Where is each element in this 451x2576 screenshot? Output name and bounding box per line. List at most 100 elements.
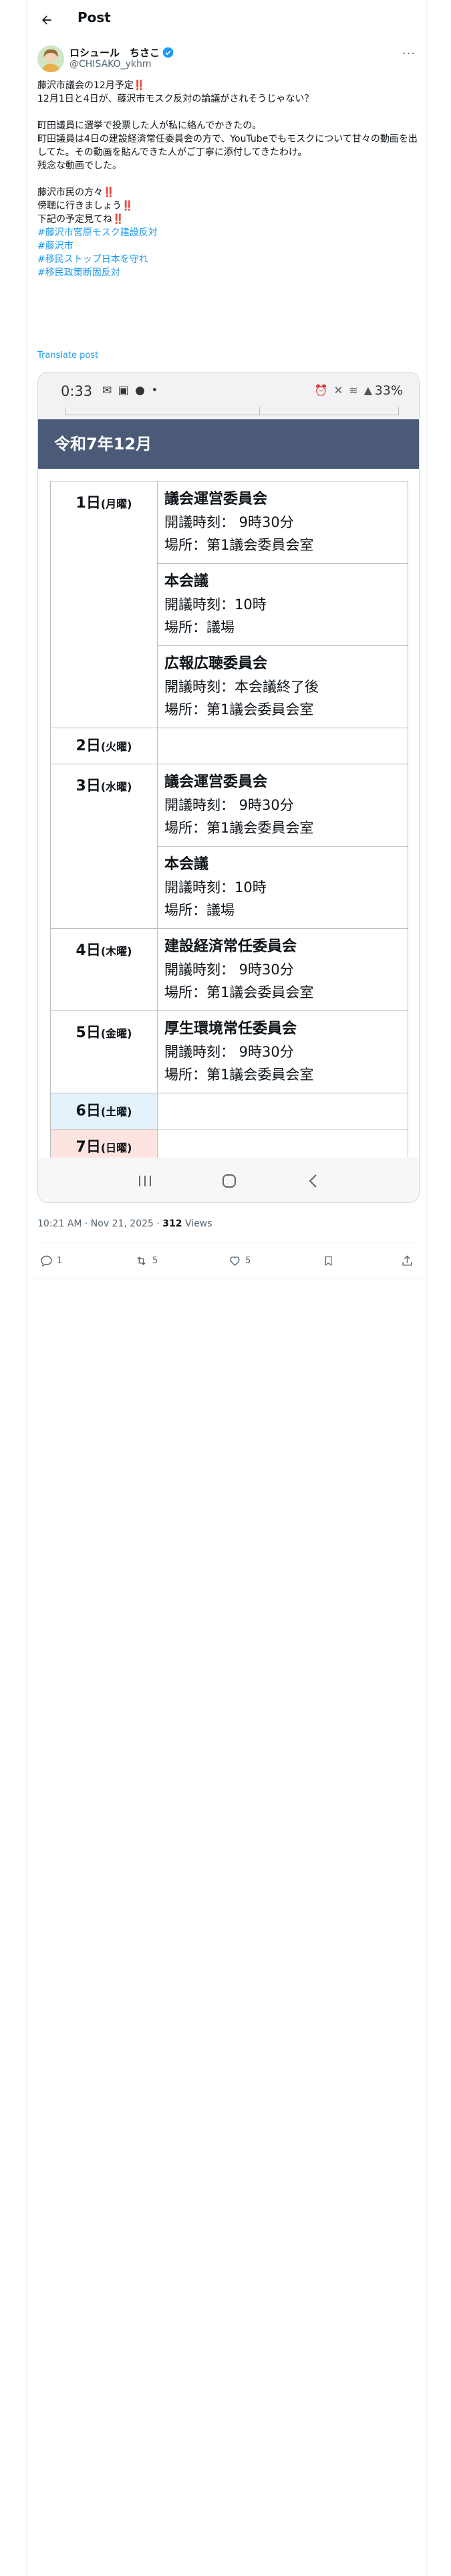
like-button[interactable]: 5 bbox=[229, 1255, 251, 1267]
tweet-line bbox=[37, 173, 420, 186]
event-title: 議会運営委員会 bbox=[164, 774, 268, 790]
event-title: 本会議 bbox=[164, 573, 209, 590]
event-time: 開議時刻： 9時30分 bbox=[164, 797, 294, 813]
weekday-label: (金曜) bbox=[100, 1027, 132, 1040]
weekday-label: (土曜) bbox=[100, 1105, 132, 1118]
event-time: 開議時刻： 9時30分 bbox=[164, 514, 294, 530]
day-cell: 2日(火曜) bbox=[50, 728, 158, 764]
reply-button[interactable]: 1 bbox=[40, 1255, 62, 1267]
day-cell: 1日(月曜) bbox=[50, 481, 158, 728]
phone-status-bar: 0:33 ✉ ▣ ● • ⏰ ✕ ≋ ▲ 33% bbox=[38, 372, 419, 411]
tweet-line: 12月1日と4日が、藤沢市モスク反対の論議がされそうじゃない？ bbox=[37, 94, 314, 104]
event-cell: 本会議開議時刻：10時 場所：議場 bbox=[157, 563, 408, 646]
event-title: 厚生環境常任委員会 bbox=[164, 1021, 297, 1037]
event-place: 場所：第1議会委員会室 bbox=[164, 1067, 314, 1083]
day-number: 6日 bbox=[76, 1103, 101, 1119]
like-count: 5 bbox=[245, 1256, 251, 1266]
more-dots-icon: ··· bbox=[402, 46, 416, 61]
tweet-line: 残念な動画でした。 bbox=[37, 160, 122, 171]
back-button[interactable] bbox=[37, 11, 56, 29]
schedule-area: 1日(月曜) 議会運営委員会 開議時刻： 9時30分 場所：第1議会委員会室 本会議 開議… bbox=[38, 469, 419, 1171]
weekday-label: (月曜) bbox=[100, 498, 132, 510]
event-time: 開議時刻：10時 bbox=[164, 597, 267, 613]
event-cell: 議会運営委員会 開議時刻： 9時30分 場所：第1議会委員会室 bbox=[157, 481, 408, 564]
day-cell: 4日(木曜) bbox=[50, 928, 158, 1011]
repost-button[interactable]: 5 bbox=[134, 1255, 158, 1267]
event-place: 場所：第1議会委員会室 bbox=[164, 702, 314, 718]
event-place: 場所：議場 bbox=[164, 619, 235, 635]
share-button[interactable] bbox=[401, 1255, 414, 1267]
views-label: Views bbox=[182, 1218, 212, 1229]
empty-event-cell bbox=[157, 1093, 408, 1130]
translate-post-link[interactable]: Translate post bbox=[37, 350, 98, 360]
tweet-text: 藤沢市議会の12月予定‼️ 12月1日と4日が、藤沢市モスク反対の論議がされそうじ… bbox=[37, 79, 420, 280]
schedule-row: 6日(土曜) bbox=[50, 1093, 408, 1130]
action-bar: 1 5 5 bbox=[37, 1248, 417, 1277]
battery-level: 33% bbox=[374, 383, 403, 398]
event-place: 場所：第1議会委員会室 bbox=[164, 537, 314, 553]
day-number: 3日 bbox=[76, 778, 101, 794]
day-number: 7日 bbox=[76, 1139, 101, 1156]
post-timestamp[interactable]: 10:21 AM · Nov 21, 2025 · bbox=[37, 1218, 162, 1229]
schedule-row: 5日(金曜) 厚生環境常任委員会 開議時刻： 9時30分 場所：第1議会委員会室 bbox=[50, 1010, 408, 1093]
avatar[interactable] bbox=[37, 45, 64, 72]
reply-icon bbox=[41, 1255, 52, 1267]
hashtag-link[interactable]: #藤沢市宮原モスク建設反対 bbox=[37, 226, 420, 239]
tweet-line: 藤沢市民の方々‼️ bbox=[37, 187, 115, 198]
day-cell: 5日(金曜) bbox=[50, 1010, 158, 1093]
weekday-label: (日曜) bbox=[100, 1142, 132, 1154]
tweet-line: 町田議員は4日の建設経済常任委員会の方で、YouTubeでもモスクについて甘々の… bbox=[37, 134, 418, 158]
system-status-icons: ⏰ ✕ ≋ ▲ bbox=[314, 384, 373, 397]
event-cell: 議会運営委員会 開議時刻： 9時30分 場所：第1議会委員会室 bbox=[157, 764, 408, 847]
day-number: 2日 bbox=[76, 738, 101, 754]
heart-icon bbox=[230, 1256, 240, 1266]
event-place: 場所：第1議会委員会室 bbox=[164, 984, 314, 1000]
share-icon bbox=[402, 1255, 412, 1266]
author-handle[interactable]: @CHISAKO_ykhm bbox=[69, 59, 152, 70]
author-display-name[interactable]: ロシュール ちさこ bbox=[69, 45, 160, 60]
weekday-label: (水曜) bbox=[100, 780, 132, 793]
day-number: 1日 bbox=[76, 495, 101, 512]
bookmark-button[interactable] bbox=[323, 1255, 334, 1267]
status-time: 0:33 bbox=[61, 383, 93, 399]
more-options-button[interactable]: ··· bbox=[398, 45, 420, 62]
page-gutter bbox=[0, 0, 26, 2576]
event-title: 広報広聴委員会 bbox=[164, 655, 268, 672]
event-cell: 建設経済常任委員会 開議時刻： 9時30分 場所：第1議会委員会室 bbox=[157, 928, 408, 1011]
empty-event-cell bbox=[157, 728, 408, 764]
arrow-left-icon bbox=[42, 15, 51, 25]
event-time: 開議時刻： 9時30分 bbox=[164, 1044, 294, 1060]
reply-count: 1 bbox=[57, 1256, 63, 1266]
tweet-line: 下記の予定見てね‼️ bbox=[37, 214, 124, 225]
schedule-row: 3日(水曜) 議会運営委員会 開議時刻： 9時30分 場所：第1議会委員会室 bbox=[50, 764, 408, 929]
cut-off-row bbox=[65, 407, 399, 415]
hashtag-link[interactable]: #移民ストップ日本を守れ bbox=[37, 253, 420, 266]
author-name[interactable]: ロシュール ちさこ bbox=[69, 45, 174, 60]
schedule-row: 4日(木曜) 建設経済常任委員会 開議時刻： 9時30分 場所：第1議会委員会室 bbox=[50, 928, 408, 1011]
hashtag-link[interactable]: #藤沢市 bbox=[37, 239, 420, 253]
event-title: 建設経済常任委員会 bbox=[164, 938, 297, 955]
day-number: 4日 bbox=[76, 942, 101, 959]
hashtag-link[interactable]: #移民政策断固反対 bbox=[37, 266, 420, 280]
day-number: 5日 bbox=[76, 1025, 101, 1041]
day-cell: 3日(水曜) bbox=[50, 764, 158, 929]
back-nav-icon bbox=[300, 1171, 327, 1191]
top-bar: Post bbox=[27, 0, 428, 40]
tweet-line: 傍聴に行きましょう‼️ bbox=[37, 201, 134, 211]
day-cell: 6日(土曜) bbox=[50, 1093, 158, 1130]
attached-image[interactable]: 0:33 ✉ ▣ ● • ⏰ ✕ ≋ ▲ 33% 令和7年12月 1日(月曜) 議… bbox=[37, 372, 420, 1203]
phone-nav-bar bbox=[38, 1158, 419, 1202]
event-cell: 厚生環境常任委員会 開議時刻： 9時30分場所：第1議会委員会室 bbox=[157, 1010, 408, 1093]
event-cell: 本会議 開議時刻：10時 場所：議場 bbox=[157, 846, 408, 929]
event-place: 場所：議場 bbox=[164, 902, 235, 918]
repost-count: 5 bbox=[152, 1256, 158, 1266]
notification-icons: ✉ ▣ ● • bbox=[102, 384, 160, 397]
verified-badge-icon bbox=[162, 47, 174, 58]
post-meta: 10:21 AM · Nov 21, 2025 · 312 Views bbox=[37, 1218, 212, 1229]
recent-apps-icon bbox=[132, 1171, 158, 1191]
post-column: Post ロシュール ちさこ @CHISAKO_ykhm ··· 藤沢市議会の1… bbox=[26, 0, 428, 2576]
schedule-row: 2日(火曜) bbox=[50, 728, 408, 764]
event-title: 本会議 bbox=[164, 856, 209, 873]
views-count: 312 bbox=[162, 1218, 182, 1229]
page-title: Post bbox=[78, 9, 111, 25]
